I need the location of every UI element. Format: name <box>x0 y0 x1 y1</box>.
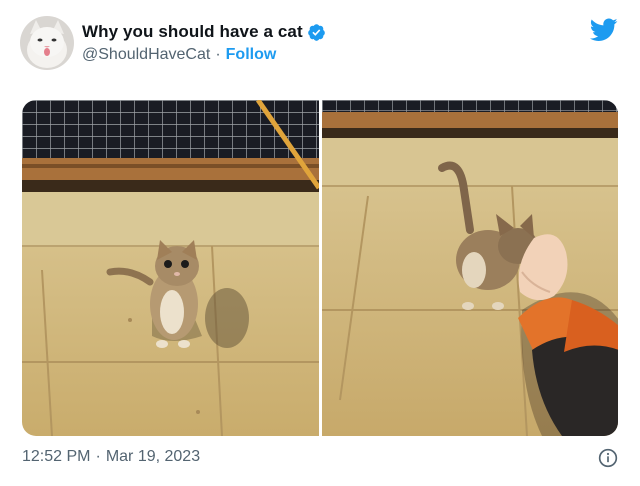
follow-button[interactable]: Follow <box>226 46 277 64</box>
author-handle[interactable]: @ShouldHaveCat <box>82 46 210 64</box>
media-photo-1[interactable] <box>22 100 319 436</box>
display-name-row: Why you should have a cat <box>82 22 326 42</box>
author-names: Why you should have a cat @ShouldHaveCat… <box>82 22 326 64</box>
tweet-header: Why you should have a cat @ShouldHaveCat… <box>20 16 326 70</box>
handle-row: @ShouldHaveCat · Follow <box>82 46 326 64</box>
tweet-card: Why you should have a cat @ShouldHaveCat… <box>0 0 640 486</box>
verified-badge-icon <box>307 23 326 42</box>
tweet-timestamp[interactable]: 12:52 PM · Mar 19, 2023 <box>22 448 200 466</box>
timestamp-separator: · <box>95 448 101 465</box>
media-photo-2[interactable] <box>321 100 618 436</box>
handle-separator: · <box>215 46 221 63</box>
photo-kitten-rubbing-hand <box>321 100 618 436</box>
display-name[interactable]: Why you should have a cat <box>82 22 303 42</box>
twitter-bird-icon[interactable] <box>590 18 618 42</box>
photo-kitten-looking-up <box>22 100 319 436</box>
media-grid <box>22 100 618 436</box>
avatar[interactable] <box>20 16 74 70</box>
cat-avatar-image <box>20 16 74 70</box>
info-icon[interactable] <box>598 448 618 468</box>
tweet-date: Mar 19, 2023 <box>105 448 201 465</box>
tweet-time: 12:52 PM <box>22 448 91 465</box>
